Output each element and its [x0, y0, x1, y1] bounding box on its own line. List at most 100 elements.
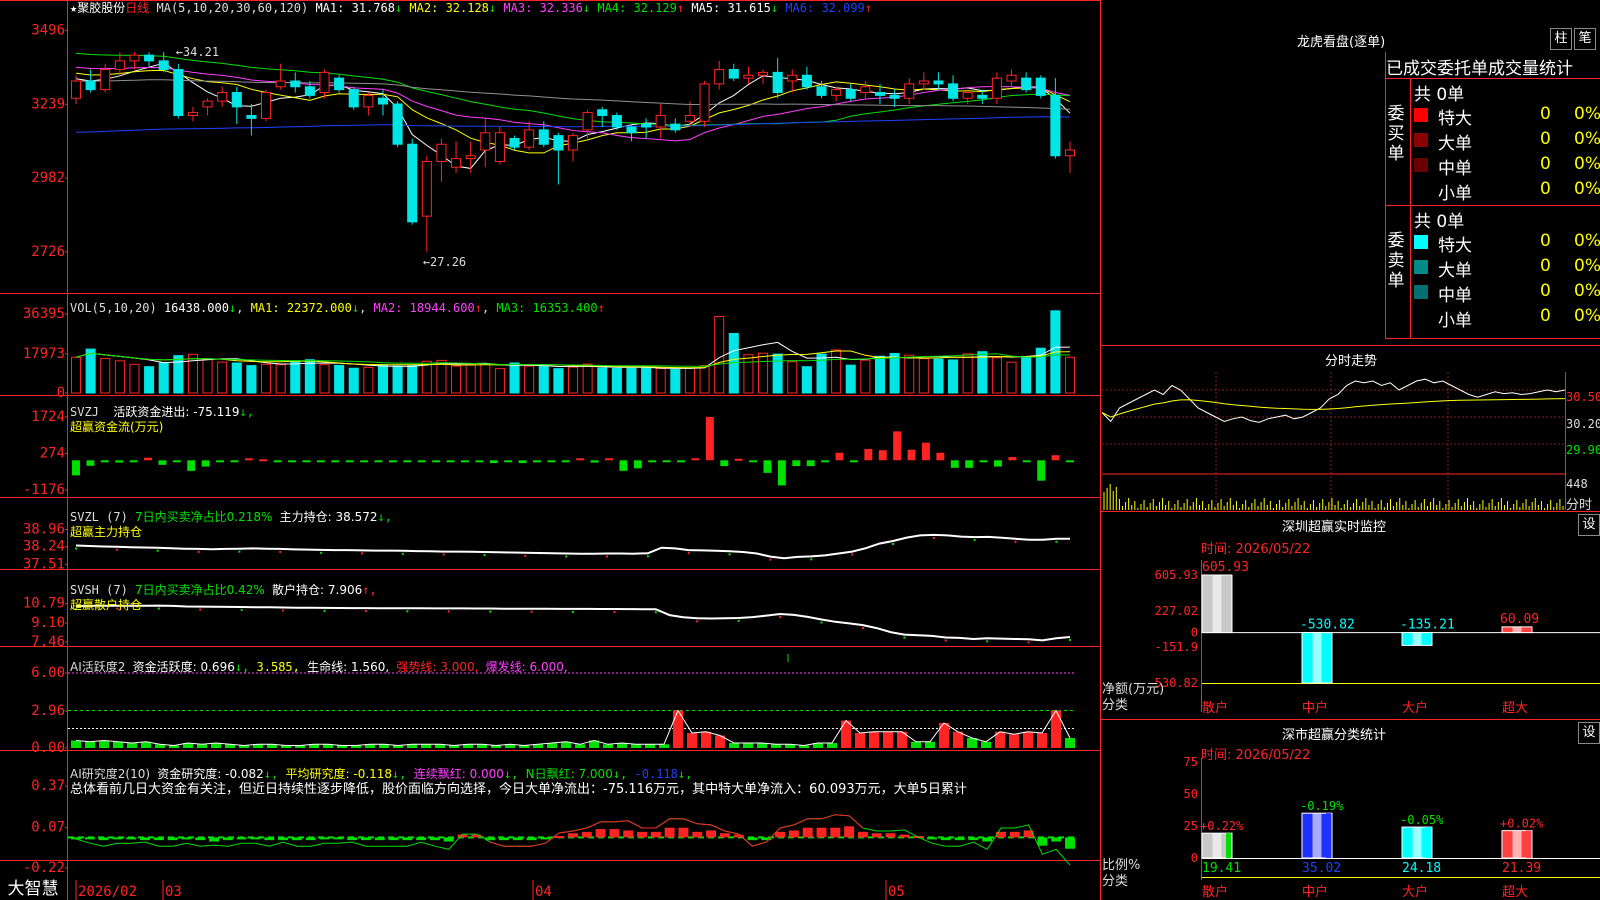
intraday-chart[interactable]: [1101, 372, 1566, 510]
candle[interactable]: [728, 69, 739, 79]
research-bar[interactable]: [692, 831, 703, 838]
volume-bar[interactable]: [217, 361, 228, 394]
candle[interactable]: [100, 69, 111, 91]
volume-bar[interactable]: [655, 367, 666, 394]
fund-flow-bar[interactable]: [388, 460, 397, 463]
fund-flow-bar[interactable]: [72, 460, 80, 476]
candle[interactable]: [626, 126, 637, 134]
volume-bar[interactable]: [597, 367, 608, 394]
candle[interactable]: [918, 80, 929, 85]
candle[interactable]: [509, 138, 520, 148]
fund-flow-bar[interactable]: [316, 460, 325, 463]
volume-bar[interactable]: [1064, 356, 1076, 394]
fund-flow-bar[interactable]: [432, 460, 441, 463]
fund-flow-bar[interactable]: [533, 460, 541, 463]
research-bar[interactable]: [926, 837, 937, 840]
research-bar[interactable]: [319, 837, 330, 840]
research-bar[interactable]: [581, 831, 592, 838]
research-bar[interactable]: [623, 830, 634, 838]
research-bar[interactable]: [278, 837, 289, 841]
fund-flow-bar[interactable]: [720, 460, 729, 467]
candle[interactable]: [845, 89, 856, 99]
research-bar[interactable]: [347, 837, 358, 841]
volume-bar[interactable]: [845, 364, 856, 394]
candle[interactable]: [1021, 77, 1032, 91]
fund-flow-bar[interactable]: [144, 457, 152, 461]
volume-bar[interactable]: [407, 365, 418, 394]
candle[interactable]: [743, 74, 754, 79]
candle[interactable]: [684, 115, 695, 122]
activity-bar[interactable]: [420, 744, 432, 748]
fund-flow-bar[interactable]: [1051, 455, 1060, 461]
research-bar[interactable]: [236, 837, 247, 840]
candle[interactable]: [363, 94, 374, 108]
fund-flow-bar[interactable]: [216, 460, 225, 463]
candle[interactable]: [889, 94, 900, 99]
candle[interactable]: [494, 132, 505, 162]
candle[interactable]: [524, 129, 535, 148]
candle[interactable]: [319, 71, 330, 93]
candle[interactable]: [597, 109, 608, 116]
fund-flow-bar[interactable]: [345, 460, 354, 463]
candle[interactable]: [158, 60, 169, 70]
activity-bar[interactable]: [84, 741, 96, 748]
fund-flow-bar[interactable]: [1037, 460, 1046, 481]
candle[interactable]: [553, 135, 564, 151]
fund-flow-bar[interactable]: [677, 460, 686, 463]
research-bar[interactable]: [788, 830, 799, 838]
volume-bar[interactable]: [451, 365, 462, 394]
research-bar[interactable]: [195, 837, 206, 841]
volume-bar[interactable]: [801, 366, 812, 394]
volume-bar[interactable]: [70, 356, 82, 394]
volume-bar[interactable]: [611, 367, 622, 394]
volume-bar[interactable]: [260, 363, 272, 394]
research-bar[interactable]: [1037, 837, 1048, 846]
volume-bar[interactable]: [202, 358, 213, 394]
research-bar[interactable]: [291, 837, 302, 841]
research-bar[interactable]: [857, 831, 868, 838]
buy-row[interactable]: 大单 0 0%: [1412, 129, 1600, 154]
fund-flow-bar[interactable]: [662, 460, 671, 463]
activity-bar[interactable]: [840, 720, 852, 749]
fund-flow-bar[interactable]: [489, 460, 498, 464]
candle[interactable]: [231, 92, 242, 108]
fund-flow-bar[interactable]: [475, 460, 484, 463]
candle[interactable]: [699, 83, 710, 122]
research-bar[interactable]: [264, 837, 275, 841]
volume-bar[interactable]: [334, 364, 345, 394]
tick-view-button[interactable]: 笔: [1574, 28, 1596, 50]
research-bar[interactable]: [540, 837, 551, 840]
fund-flow-bar[interactable]: [633, 460, 642, 469]
volume-bar[interactable]: [114, 360, 125, 394]
volume-bar[interactable]: [714, 315, 725, 394]
volume-panel[interactable]: 36395 17973 0: [23, 306, 1076, 401]
fund-flow-bar[interactable]: [734, 458, 743, 461]
candle[interactable]: [407, 143, 418, 223]
fund-flow-bar[interactable]: [821, 460, 830, 463]
volume-bar[interactable]: [699, 365, 710, 394]
research-bar[interactable]: [885, 833, 896, 838]
research-bar[interactable]: [499, 837, 509, 841]
candle[interactable]: [1006, 74, 1017, 82]
research-bar[interactable]: [568, 833, 578, 838]
candle[interactable]: [392, 103, 403, 145]
candle[interactable]: [290, 80, 301, 88]
fund-flow-bar[interactable]: [172, 460, 181, 463]
candle[interactable]: [202, 100, 213, 108]
volume-bar[interactable]: [524, 365, 535, 394]
volume-bar[interactable]: [377, 364, 389, 394]
volume-bar[interactable]: [231, 362, 242, 394]
tab-traded[interactable]: 已成交: [1386, 59, 1437, 78]
volume-bar[interactable]: [889, 352, 900, 394]
fund-flow-bar[interactable]: [864, 448, 873, 461]
volume-bar[interactable]: [977, 351, 988, 394]
fund-flow-bar[interactable]: [360, 460, 369, 463]
volume-bar[interactable]: [290, 361, 301, 394]
fund-flow-bar[interactable]: [576, 458, 585, 461]
volume-bar[interactable]: [348, 367, 359, 394]
research-bar[interactable]: [126, 837, 137, 840]
volume-bar[interactable]: [129, 363, 140, 394]
fund-flow-bar[interactable]: [835, 452, 844, 461]
candle[interactable]: [114, 60, 125, 70]
chart-canvas[interactable]: 2026/02 03 04 05 3496 3239 2982 2726 ←34.21 ←27.…: [0, 0, 1600, 900]
